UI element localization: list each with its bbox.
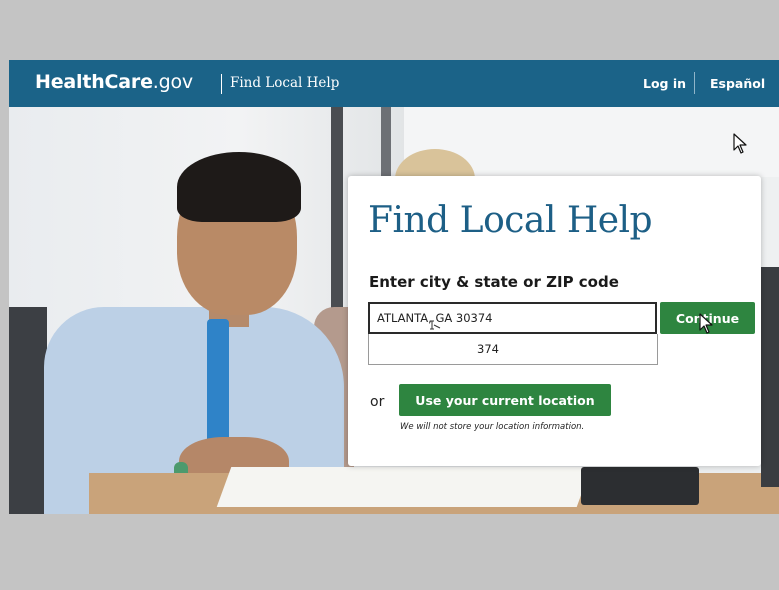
location-disclaimer: We will not store your location informat…: [400, 422, 585, 432]
login-link[interactable]: Log in: [643, 76, 686, 91]
header-section-title: Find Local Help: [230, 75, 340, 91]
location-input[interactable]: [368, 302, 657, 334]
location-input-label: Enter city & state or ZIP code: [369, 273, 619, 291]
header-divider: [221, 74, 222, 94]
or-separator: or: [370, 394, 385, 410]
use-current-location-button[interactable]: Use your current location: [399, 384, 611, 416]
autocomplete-dropdown: 374: [368, 334, 658, 365]
card-title: Find Local Help: [368, 200, 653, 241]
text-cursor-icon: [430, 320, 441, 330]
healthcare-gov-logo[interactable]: HealthCare.gov: [35, 71, 193, 93]
top-gray-band: [0, 0, 779, 60]
nav-divider: [694, 72, 695, 94]
autocomplete-suggestion[interactable]: 374: [477, 342, 499, 356]
site-header: HealthCare.gov Find Local Help Log in Es…: [9, 60, 779, 107]
hand-cursor-icon: [699, 313, 713, 334]
espanol-link[interactable]: Español: [710, 76, 765, 91]
arrow-cursor-icon: [733, 133, 747, 154]
